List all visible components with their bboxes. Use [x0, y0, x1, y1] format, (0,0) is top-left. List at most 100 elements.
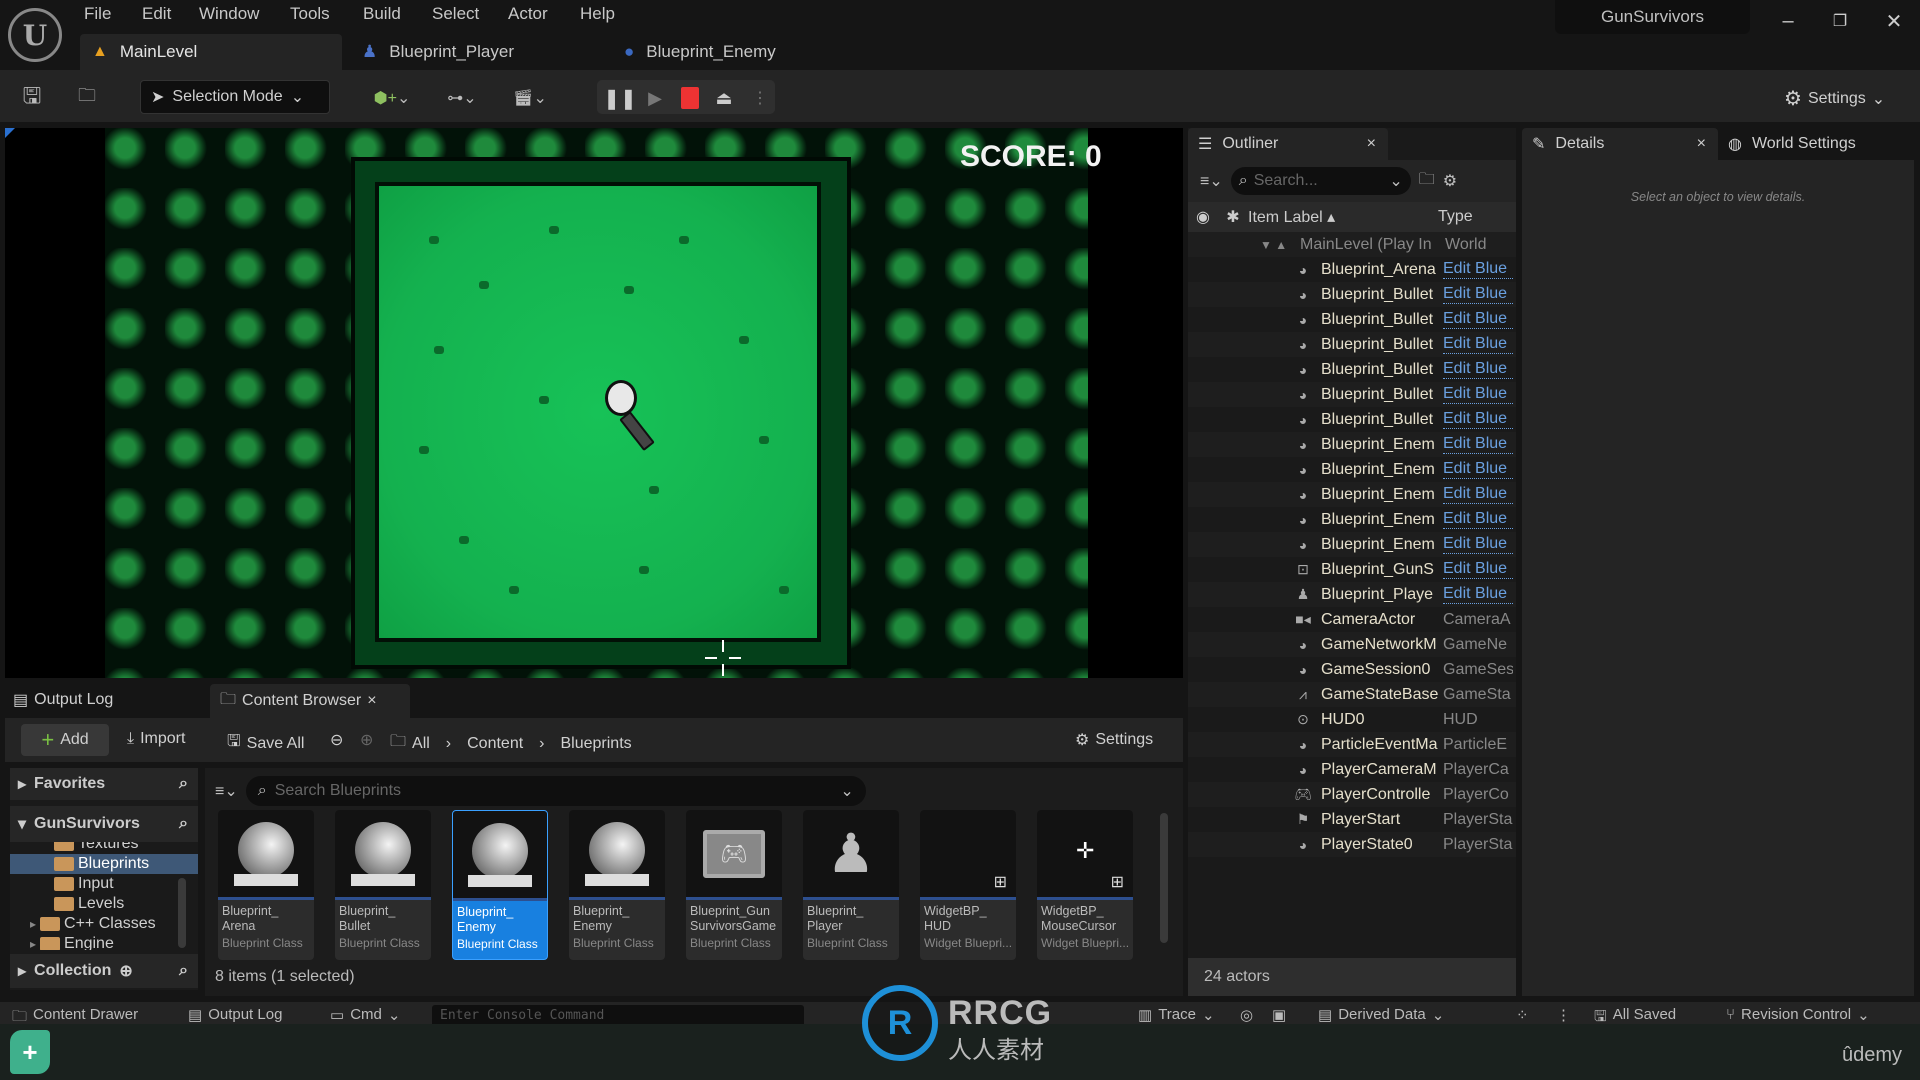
blueprints-button[interactable]: ⊶ ⌄: [438, 84, 486, 112]
tab-blueprint-enemy[interactable]: ● Blueprint_Enemy: [612, 34, 882, 70]
item-label-column-header[interactable]: Item Label ▴: [1248, 207, 1438, 227]
save-all-button[interactable]: 🖫 Save All: [227, 730, 304, 757]
stop-button[interactable]: [681, 87, 699, 109]
search-icon[interactable]: ⌕: [179, 815, 188, 833]
menu-edit[interactable]: Edit: [142, 4, 171, 28]
output-log-button[interactable]: ▤ Output Log: [188, 1002, 282, 1024]
outliner-row[interactable]: 🎮︎ PlayerControlle PlayerCo: [1188, 782, 1516, 807]
save-icon[interactable]: 🖫: [18, 83, 46, 112]
revision-control-dropdown[interactable]: ⑂ Revision Control ⌄: [1726, 1002, 1870, 1024]
asset-tile[interactable]: ♟ Blueprint_ Player Blueprint Class: [803, 810, 899, 960]
edit-blueprint-link[interactable]: Edit Blue: [1443, 485, 1513, 504]
more-options-icon[interactable]: ⋮: [752, 84, 768, 112]
pause-button[interactable]: ❚❚: [603, 84, 637, 112]
edit-blueprint-link[interactable]: Edit Blue: [1443, 585, 1513, 604]
back-button[interactable]: ⊖: [330, 730, 343, 750]
outliner-row[interactable]: ◕ Blueprint_Enem Edit Blue: [1188, 432, 1516, 457]
asset-tile[interactable]: 🎮︎ Blueprint_Gun SurvivorsGame Blueprint C…: [686, 810, 782, 960]
outliner-row[interactable]: ◕ GameNetworkM GameNe: [1188, 632, 1516, 657]
outliner-row[interactable]: ■◂ CameraActor CameraA: [1188, 607, 1516, 632]
breadcrumb-content[interactable]: Content: [467, 735, 523, 753]
favorites-section[interactable]: ▸ Favorites ⌕: [10, 768, 198, 800]
menu-tools[interactable]: Tools: [290, 4, 330, 28]
expand-arrow-icon[interactable]: ▸: [30, 937, 36, 950]
outliner-row[interactable]: ◕ Blueprint_Bullet Edit Blue: [1188, 307, 1516, 332]
outliner-row[interactable]: ◕ Blueprint_Bullet Edit Blue: [1188, 282, 1516, 307]
cmd-dropdown[interactable]: ▭ Cmd ⌄: [330, 1002, 400, 1024]
outliner-row[interactable]: ◕ GameSession0 GameSes: [1188, 657, 1516, 682]
close-tab-icon[interactable]: ×: [1697, 135, 1706, 153]
visibility-eye-icon[interactable]: ◉: [1188, 207, 1218, 227]
edit-blueprint-link[interactable]: Edit Blue: [1443, 460, 1513, 479]
level-viewport[interactable]: SCORE: 0: [5, 128, 1183, 678]
selection-mode-dropdown[interactable]: ➤ Selection Mode ⌄: [140, 80, 330, 114]
outliner-row[interactable]: ⚑ PlayerStart PlayerSta: [1188, 807, 1516, 832]
tab-blueprint-player[interactable]: ♟ Blueprint_Player: [350, 34, 600, 70]
edit-blueprint-link[interactable]: Edit Blue: [1443, 285, 1513, 304]
new-folder-icon[interactable]: 🗀: [1419, 168, 1435, 195]
unreal-logo-icon[interactable]: U: [8, 8, 62, 62]
outliner-row[interactable]: ⊙ HUD0 HUD: [1188, 707, 1516, 732]
tree-item[interactable]: Blueprints: [10, 854, 198, 874]
tab-outliner[interactable]: ☰ Outliner ×: [1188, 128, 1388, 160]
outliner-row[interactable]: ◕ Blueprint_Bullet Edit Blue: [1188, 332, 1516, 357]
edit-blueprint-link[interactable]: Edit Blue: [1443, 335, 1513, 354]
gear-icon[interactable]: ⚙: [1443, 171, 1457, 191]
asset-tile[interactable]: ✛ ⊞ WidgetBP_ MouseCursor Widget Bluepri...: [1037, 810, 1133, 960]
project-section[interactable]: ▾ GunSurvivors ⌕: [10, 806, 198, 842]
outliner-row[interactable]: ⊡ Blueprint_GunS Edit Blue: [1188, 557, 1516, 582]
edit-blueprint-link[interactable]: Edit Blue: [1443, 410, 1513, 429]
tree-item[interactable]: ▸ Engine: [10, 934, 198, 950]
expand-arrow-icon[interactable]: ▼ ▲: [1260, 238, 1300, 252]
edit-blueprint-link[interactable]: Edit Blue: [1443, 535, 1513, 554]
trace-dropdown[interactable]: ▥ Trace ⌄: [1138, 1002, 1215, 1024]
close-button[interactable]: ✕: [1874, 8, 1914, 34]
content-drawer-button[interactable]: 🗀 Content Drawer: [12, 1002, 138, 1024]
asset-tile[interactable]: Blueprint_ Bullet Blueprint Class: [335, 810, 431, 960]
outliner-row[interactable]: ◕ Blueprint_Bullet Edit Blue: [1188, 407, 1516, 432]
outliner-row[interactable]: ◕ Blueprint_Enem Edit Blue: [1188, 532, 1516, 557]
edit-blueprint-link[interactable]: Edit Blue: [1443, 385, 1513, 404]
forward-button[interactable]: ⊕: [360, 730, 373, 750]
tab-mainlevel[interactable]: ▲ MainLevel: [80, 34, 342, 70]
outliner-row[interactable]: ◕ Blueprint_Enem Edit Blue: [1188, 507, 1516, 532]
tab-details[interactable]: ✎ Details ×: [1522, 128, 1718, 160]
outliner-row[interactable]: ◕ Blueprint_Enem Edit Blue: [1188, 457, 1516, 482]
step-frame-button[interactable]: ▶: [643, 84, 667, 112]
screenshot-icon[interactable]: ▣: [1272, 1002, 1286, 1024]
derived-data-dropdown[interactable]: ▤ Derived Data ⌄: [1318, 1002, 1444, 1024]
menu-actor[interactable]: Actor: [508, 4, 548, 28]
edit-blueprint-link[interactable]: Edit Blue: [1443, 260, 1513, 279]
live-coding-icon[interactable]: ◎: [1240, 1002, 1253, 1024]
more-options-icon[interactable]: ⋮: [1556, 1002, 1571, 1024]
asset-tile[interactable]: Blueprint_ Enemy Blueprint Class: [452, 810, 548, 960]
edit-blueprint-link[interactable]: Edit Blue: [1443, 510, 1513, 529]
expand-arrow-icon[interactable]: ▸: [30, 917, 36, 931]
outliner-row[interactable]: ◕ Blueprint_Bullet Edit Blue: [1188, 382, 1516, 407]
tree-scrollbar[interactable]: [178, 878, 186, 948]
asset-tile[interactable]: Blueprint_ Enemy Blueprint Class: [569, 810, 665, 960]
menu-build[interactable]: Build: [363, 4, 401, 28]
outliner-row[interactable]: ◕ PlayerState0 PlayerSta: [1188, 832, 1516, 857]
edit-blueprint-link[interactable]: Edit Blue: [1443, 360, 1513, 379]
tree-item[interactable]: ▸ C++ Classes: [10, 914, 198, 934]
console-command-input[interactable]: Enter Console Command: [432, 1005, 804, 1024]
type-column-header[interactable]: Type: [1438, 208, 1473, 226]
outliner-row[interactable]: ◕ ParticleEventMa ParticleE: [1188, 732, 1516, 757]
edit-blueprint-link[interactable]: Edit Blue: [1443, 310, 1513, 329]
outliner-search-input[interactable]: ⌕ Search... ⌄: [1230, 167, 1411, 195]
tab-output-log[interactable]: ▤ Output Log: [13, 690, 113, 710]
add-actor-button[interactable]: ⬢+ ⌄: [368, 84, 416, 112]
filter-icon[interactable]: ≡⌄: [215, 781, 238, 801]
outliner-row[interactable]: ♟ Blueprint_Playe Edit Blue: [1188, 582, 1516, 607]
menu-help[interactable]: Help: [580, 4, 615, 28]
tree-item[interactable]: Textures: [10, 842, 198, 854]
browse-folder-icon[interactable]: 🗀: [72, 84, 102, 112]
edit-blueprint-link[interactable]: Edit Blue: [1443, 560, 1513, 579]
import-button[interactable]: ⤓ Import: [127, 730, 185, 748]
search-icon[interactable]: ⌕: [179, 962, 188, 980]
outliner-row[interactable]: ◕ PlayerCameraM PlayerCa: [1188, 757, 1516, 782]
add-button[interactable]: + Add: [21, 724, 109, 756]
filter-icon[interactable]: ≡⌄: [1200, 171, 1223, 191]
menu-window[interactable]: Window: [199, 4, 259, 28]
